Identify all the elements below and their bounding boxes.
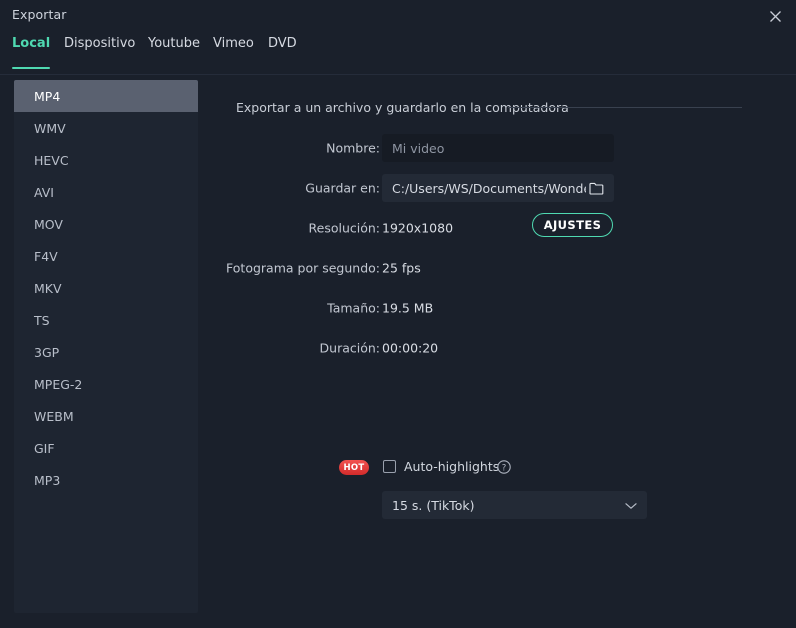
tab-vimeo[interactable]: Vimeo: [213, 36, 254, 66]
format-item-label: HEVC: [34, 152, 69, 168]
format-item-label: MKV: [34, 280, 62, 296]
name-row: Nombre: Mi video: [212, 134, 796, 162]
help-circle-icon: ?: [497, 460, 511, 474]
tab-dvd[interactable]: DVD: [268, 36, 297, 66]
format-item-mpeg-2[interactable]: MPEG-2: [14, 368, 198, 400]
format-item-label: AVI: [34, 184, 54, 200]
size-label: Tamaño:: [327, 300, 380, 316]
format-item-ts[interactable]: TS: [14, 304, 198, 336]
svg-text:?: ?: [502, 463, 507, 473]
size-value: 19.5 MB: [382, 300, 434, 316]
section-divider: [508, 107, 742, 108]
highlight-duration-value: 15 s. (TikTok): [392, 497, 475, 513]
duration-row: Duración: 00:00:20: [212, 334, 796, 362]
format-item-label: WEBM: [34, 408, 74, 424]
format-item-label: WMV: [34, 120, 66, 136]
help-button[interactable]: ?: [497, 459, 511, 474]
tab-bar: Local Dispositivo Youtube Vimeo DVD: [0, 36, 796, 69]
resolution-value: 1920x1080: [382, 220, 454, 236]
format-item-3gp[interactable]: 3GP: [14, 336, 198, 368]
format-item-avi[interactable]: AVI: [14, 176, 198, 208]
save-path-row: Guardar en: C:/Users/WS/Documents/Wonder…: [212, 174, 796, 202]
chevron-down-button[interactable]: [625, 498, 637, 513]
format-item-label: GIF: [34, 440, 55, 456]
header-divider: [0, 74, 796, 75]
folder-icon: [588, 182, 603, 195]
save-path-value: C:/Users/WS/Documents/Wonders: [392, 180, 586, 196]
name-input-value: Mi video: [392, 140, 445, 156]
folder-browse-button[interactable]: [586, 178, 606, 198]
format-item-webm[interactable]: WEBM: [14, 400, 198, 432]
resolution-label: Resolución:: [308, 220, 381, 236]
highlight-duration-select[interactable]: 15 s. (TikTok): [382, 491, 647, 519]
format-item-mkv[interactable]: MKV: [14, 272, 198, 304]
page-title: Exportar: [12, 7, 67, 22]
chevron-down-icon: [625, 502, 637, 509]
tab-label: Youtube: [148, 36, 200, 51]
save-path-input[interactable]: C:/Users/WS/Documents/Wonders: [382, 174, 614, 202]
save-path-label: Guardar en:: [305, 180, 380, 196]
format-item-label: MP4: [34, 88, 61, 104]
format-item-mp3[interactable]: MP3: [14, 464, 198, 496]
format-list: MP4 WMV HEVC AVI MOV F4V MKV TS 3GP MPEG-2 WEBM GIF…: [14, 80, 198, 613]
auto-highlights-checkbox[interactable]: [383, 460, 396, 473]
name-input[interactable]: Mi video: [382, 134, 614, 162]
tab-label: Vimeo: [213, 36, 254, 51]
format-item-label: F4V: [34, 248, 58, 264]
auto-highlights-label: Auto-highlights: [404, 459, 500, 474]
name-label: Nombre:: [326, 140, 380, 156]
title-bar: Exportar: [0, 0, 796, 32]
format-item-label: 3GP: [34, 344, 60, 360]
tab-active-underline: [12, 66, 51, 69]
duration-label: Duración:: [319, 340, 380, 356]
export-dialog: Exportar Local Dispositivo Youtube Vimeo DVD…: [0, 0, 796, 628]
format-item-f4v[interactable]: F4V: [14, 240, 198, 272]
tab-label: Dispositivo: [64, 36, 136, 51]
resolution-row: Resolución: 1920x1080 AJUSTES: [212, 213, 796, 242]
format-item-gif[interactable]: GIF: [14, 432, 198, 464]
size-row: Tamaño: 19.5 MB: [212, 294, 796, 322]
tab-youtube[interactable]: Youtube: [148, 36, 200, 66]
tab-local[interactable]: Local: [12, 36, 51, 69]
tab-label: DVD: [268, 36, 297, 51]
format-item-wmv[interactable]: WMV: [14, 112, 198, 144]
format-item-mp4[interactable]: MP4: [14, 80, 198, 112]
fps-row: Fotograma por segundo: 25 fps: [212, 254, 796, 282]
close-icon: [769, 10, 781, 22]
duration-value: 00:00:20: [382, 340, 439, 356]
format-item-hevc[interactable]: HEVC: [14, 144, 198, 176]
format-item-mov[interactable]: MOV: [14, 208, 198, 240]
format-item-label: MOV: [34, 216, 63, 232]
format-item-label: TS: [34, 312, 50, 328]
tab-label: Local: [12, 36, 51, 51]
format-item-label: MP3: [34, 472, 61, 488]
hot-badge: HOT: [339, 460, 369, 475]
fps-label: Fotograma por segundo:: [226, 260, 380, 276]
settings-button[interactable]: AJUSTES: [532, 213, 613, 237]
format-item-label: MPEG-2: [34, 376, 83, 392]
main-panel: Exportar a un archivo y guardarlo en la …: [212, 80, 796, 628]
fps-value: 25 fps: [382, 260, 421, 276]
tab-dispositivo[interactable]: Dispositivo: [64, 36, 135, 66]
close-button[interactable]: [762, 4, 788, 28]
